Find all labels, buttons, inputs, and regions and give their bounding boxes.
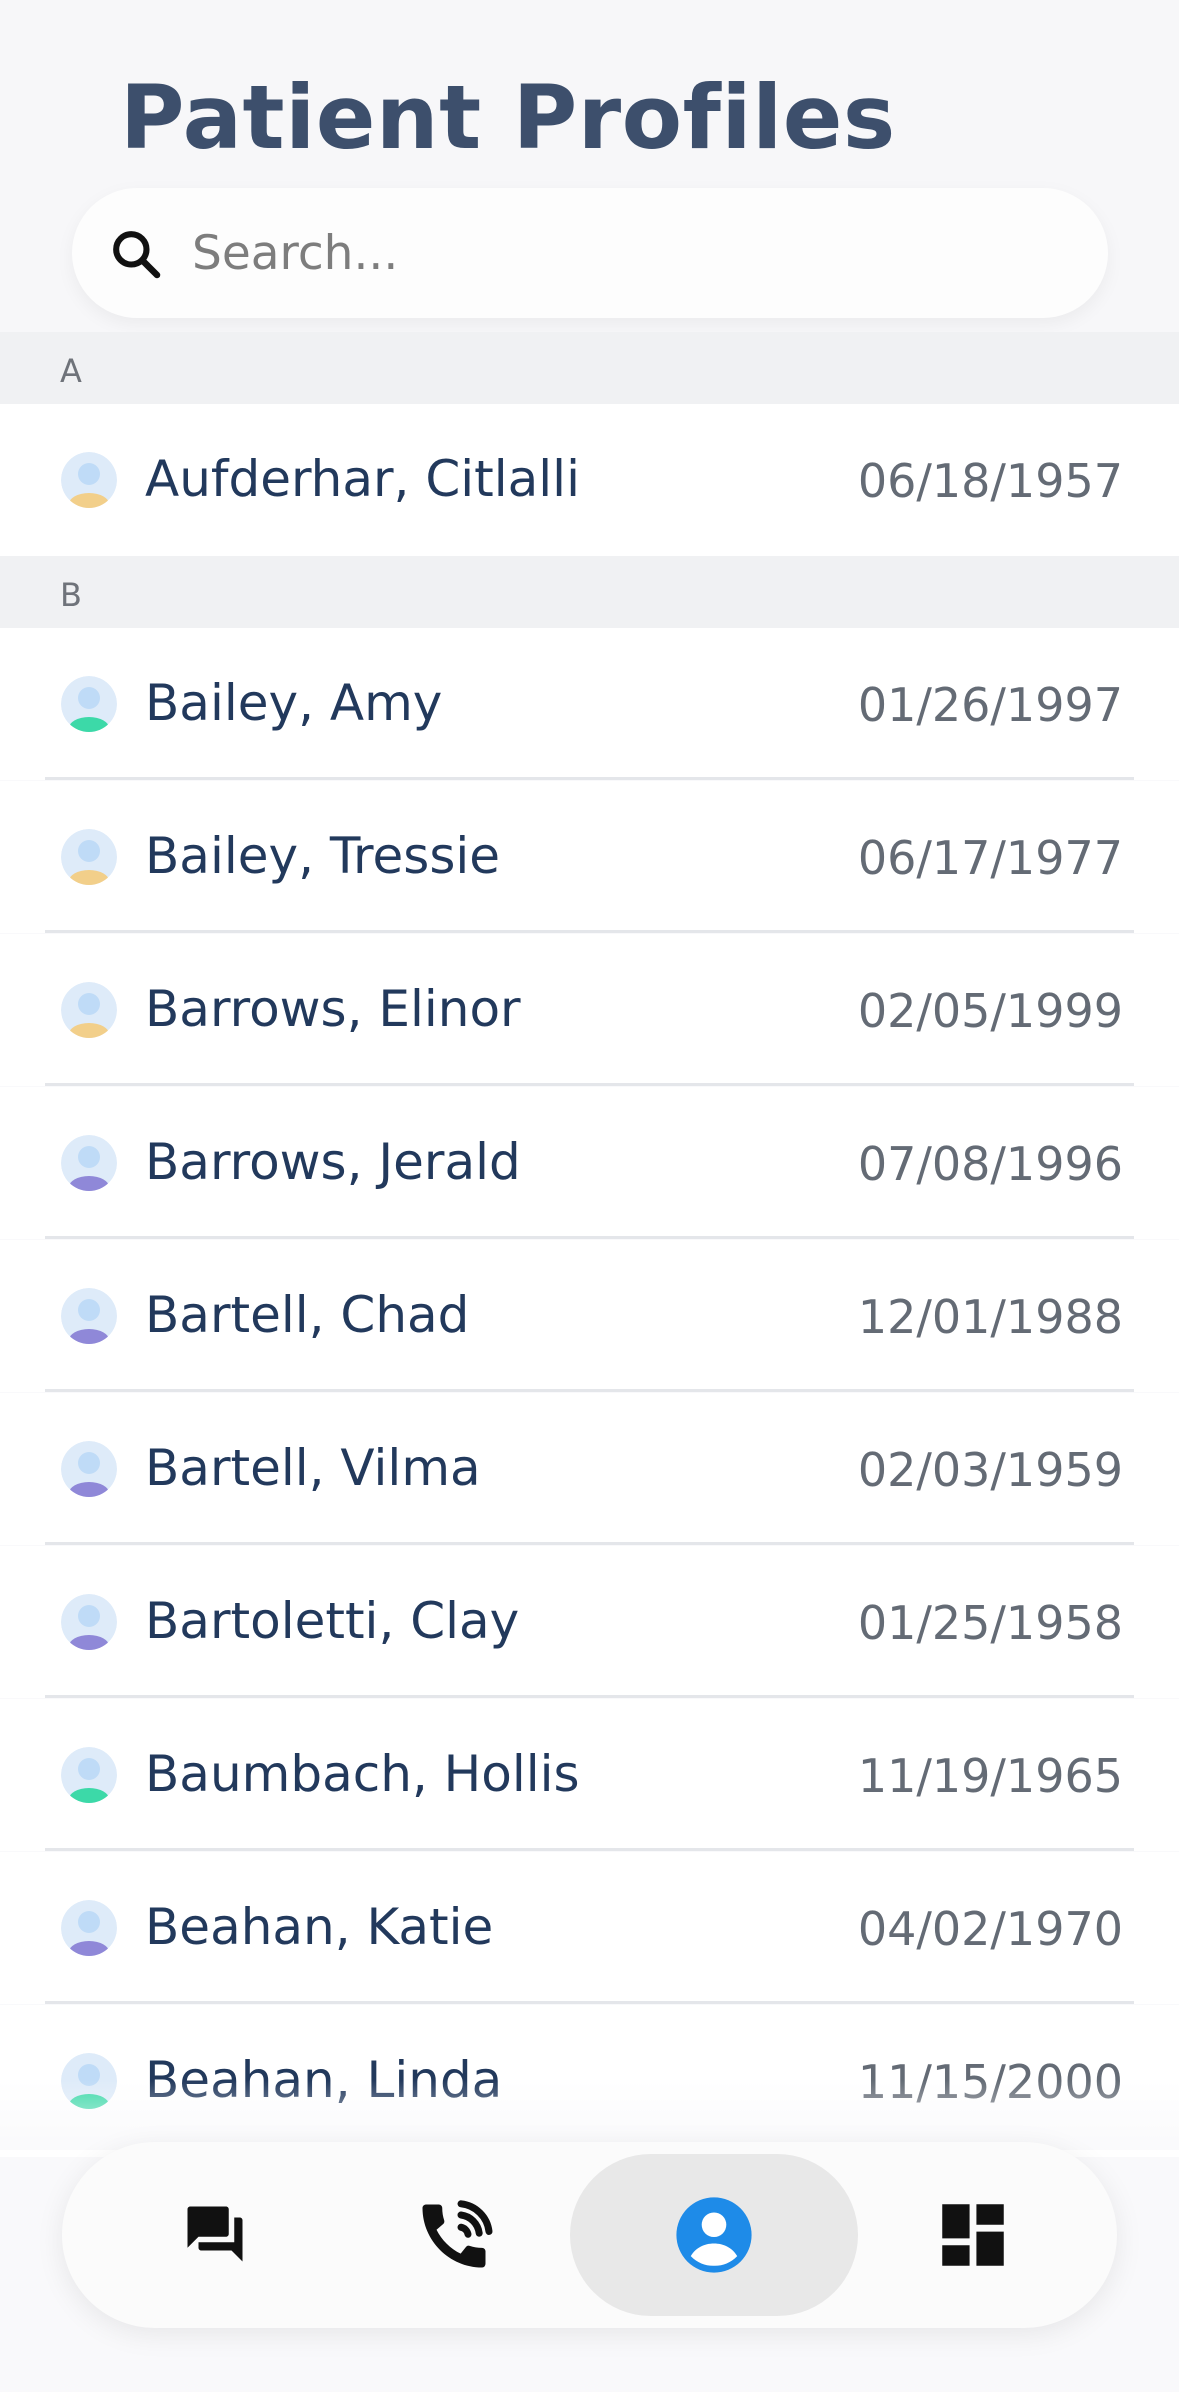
patient-dob: 01/26/1997 (857, 678, 1123, 732)
row-divider (45, 930, 1134, 933)
page-title: Patient Profiles (120, 66, 896, 169)
patient-row[interactable]: Beahan, Katie 04/02/1970 (0, 1852, 1179, 2004)
profile-icon (676, 2197, 752, 2273)
avatar-icon (61, 2053, 117, 2109)
avatar-icon (61, 452, 117, 508)
section-header-a: A (0, 332, 1179, 404)
patient-dob: 06/18/1957 (857, 454, 1123, 508)
avatar-icon (61, 982, 117, 1038)
patient-row[interactable]: Bartell, Vilma 02/03/1959 (0, 1393, 1179, 1545)
avatar-icon (61, 676, 117, 732)
avatar-icon (61, 1747, 117, 1803)
dashboard-icon (942, 2204, 1004, 2266)
nav-calls-button[interactable] (352, 2154, 557, 2316)
patient-name: Barrows, Elinor (145, 980, 521, 1038)
search-input[interactable] (190, 212, 1074, 294)
patient-name: Bartoletti, Clay (145, 1592, 520, 1650)
row-divider (45, 1542, 1134, 1545)
patient-row[interactable]: Bartoletti, Clay 01/25/1958 (0, 1546, 1179, 1698)
search-icon (113, 231, 161, 279)
patient-name: Bartell, Chad (145, 1286, 470, 1344)
bottom-nav (62, 2142, 1117, 2328)
patient-row[interactable]: Bailey, Tressie 06/17/1977 (0, 781, 1179, 933)
patient-row[interactable]: Barrows, Jerald 07/08/1996 (0, 1087, 1179, 1239)
nav-dashboard-button[interactable] (872, 2154, 1077, 2316)
avatar-icon (61, 1288, 117, 1344)
patient-name: Barrows, Jerald (145, 1133, 521, 1191)
patient-dob: 06/17/1977 (857, 831, 1123, 885)
row-divider (45, 2001, 1134, 2004)
avatar-icon (61, 1900, 117, 1956)
row-divider (45, 1848, 1134, 1851)
row-divider (45, 1695, 1134, 1698)
nav-chat-button[interactable] (102, 2154, 307, 2316)
patient-name: Beahan, Linda (145, 2051, 503, 2109)
section-letter: A (60, 352, 82, 390)
avatar-icon (61, 1594, 117, 1650)
avatar-icon (61, 829, 117, 885)
patient-dob: 11/19/1965 (857, 1749, 1123, 1803)
patient-name: Beahan, Katie (145, 1898, 494, 1956)
patient-row[interactable]: Bartell, Chad 12/01/1988 (0, 1240, 1179, 1392)
row-divider (45, 1236, 1134, 1239)
patient-row[interactable]: Baumbach, Hollis 11/19/1965 (0, 1699, 1179, 1851)
patient-dob: 04/02/1970 (857, 1902, 1123, 1956)
patient-dob: 11/15/2000 (857, 2055, 1123, 2109)
row-divider (45, 1083, 1134, 1086)
patient-dob: 12/01/1988 (857, 1290, 1123, 1344)
search-bar[interactable] (72, 188, 1108, 318)
section-header-b: B (0, 556, 1179, 628)
patient-row[interactable]: Aufderhar, Citlalli 06/18/1957 (0, 404, 1179, 556)
header: Patient Profiles (0, 0, 1179, 332)
patient-dob: 07/08/1996 (857, 1137, 1123, 1191)
chat-icon (187, 2206, 243, 2262)
patient-row[interactable]: Barrows, Elinor 02/05/1999 (0, 934, 1179, 1086)
section-letter: B (60, 576, 82, 614)
patient-row[interactable]: Bailey, Amy 01/26/1997 (0, 628, 1179, 780)
avatar-icon (61, 1135, 117, 1191)
patient-name: Bailey, Amy (145, 674, 443, 732)
row-divider (45, 777, 1134, 780)
nav-profiles-button[interactable] (570, 2154, 858, 2316)
phone-call-icon (422, 2200, 493, 2268)
avatar-icon (61, 1441, 117, 1497)
patient-name: Baumbach, Hollis (145, 1745, 580, 1803)
patient-dob: 01/25/1958 (857, 1596, 1123, 1650)
patient-name: Bartell, Vilma (145, 1439, 481, 1497)
patient-row[interactable]: Beahan, Linda 11/15/2000 (0, 2005, 1179, 2157)
patient-dob: 02/03/1959 (857, 1443, 1123, 1497)
row-divider (45, 1389, 1134, 1392)
patient-name: Bailey, Tressie (145, 827, 501, 885)
patient-dob: 02/05/1999 (857, 984, 1123, 1038)
patient-name: Aufderhar, Citlalli (145, 450, 580, 508)
